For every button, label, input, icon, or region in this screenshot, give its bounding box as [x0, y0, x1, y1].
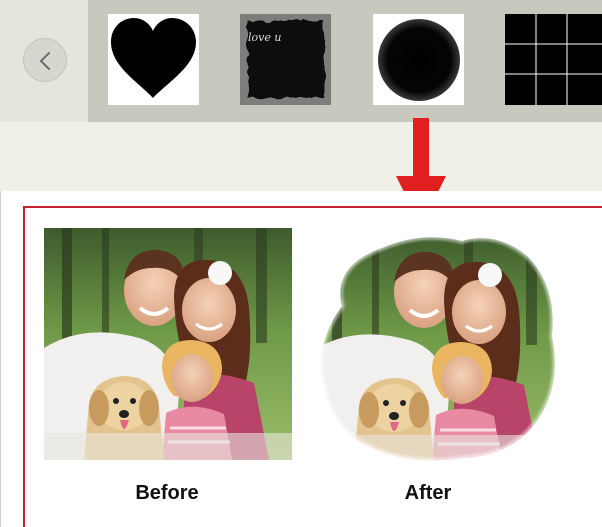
after-caption: After	[404, 482, 452, 504]
brush-square-icon: love u	[248, 21, 324, 98]
before-photo	[44, 228, 292, 460]
love-u-text: love u	[248, 31, 281, 44]
heart-icon	[111, 18, 196, 98]
mask-thumb-circle[interactable]	[373, 14, 464, 105]
grid-icon	[505, 14, 602, 105]
chevron-left-icon	[40, 52, 50, 70]
mask-thumb-heart[interactable]	[108, 14, 199, 105]
separator-band	[0, 122, 602, 192]
mask-thumb-grid[interactable]	[505, 14, 602, 105]
soft-circle-icon	[378, 19, 460, 101]
after-photo	[318, 234, 558, 463]
back-button[interactable]	[23, 38, 67, 82]
mask-thumb-love-u[interactable]: love u	[240, 14, 331, 105]
mask-toolbar: love u	[0, 0, 602, 122]
before-caption: Before	[135, 482, 199, 504]
